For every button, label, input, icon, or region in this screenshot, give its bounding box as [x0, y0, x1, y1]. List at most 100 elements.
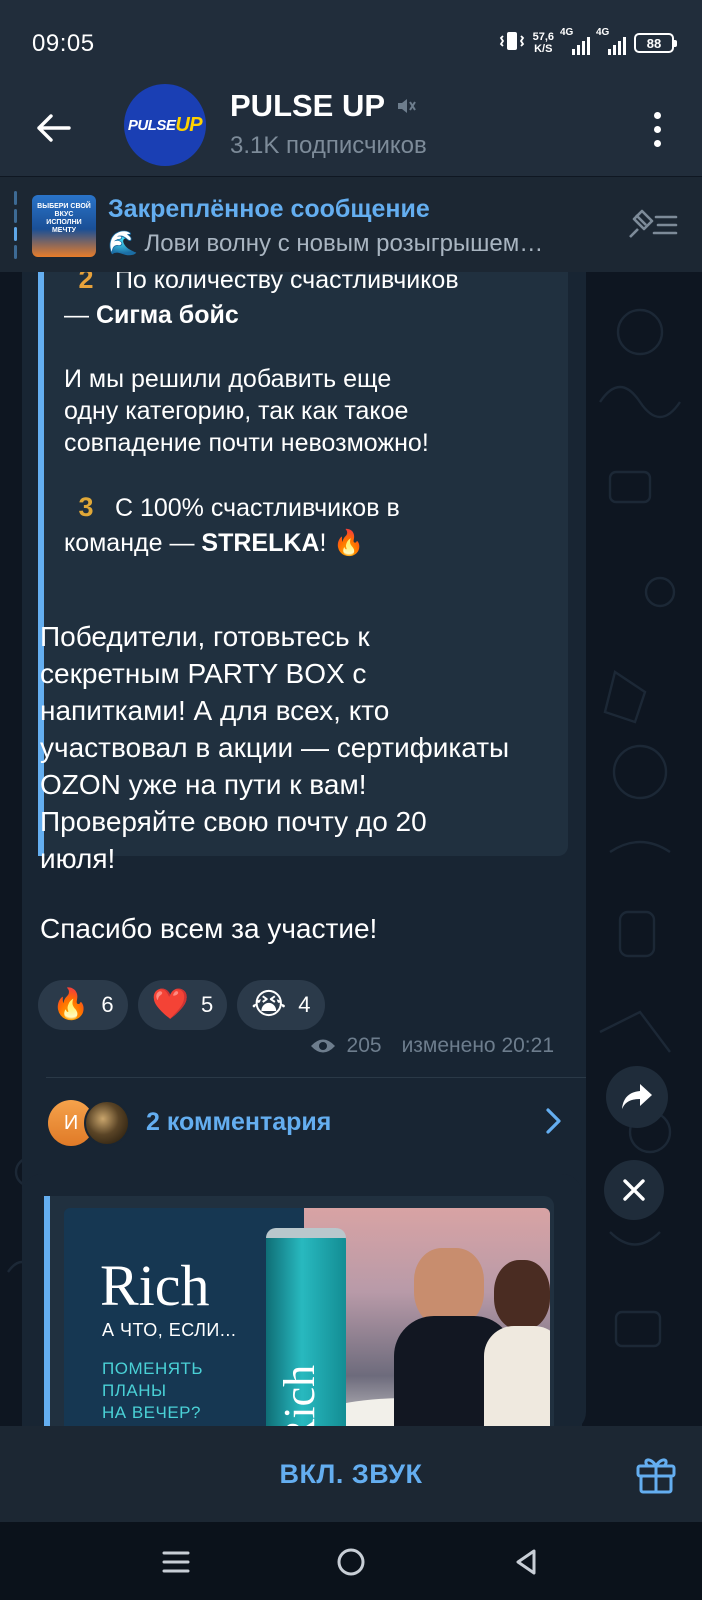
pinned-preview-text: 🌊 Лови волну с новым розыгрышем…: [108, 230, 544, 257]
status-time: 09:05: [32, 30, 95, 57]
ad-subline: ПОМЕНЯТЬ ПЛАНЫ НА ВЕЧЕР?: [102, 1359, 204, 1422]
body-line: напитками! А для всех, кто: [40, 695, 390, 726]
quote-line-6-text: С 100% счастливчиков в: [114, 494, 400, 522]
sponsored-banner-image[interactable]: Rich А ЧТО, ЕСЛИ... ПОМЕНЯТЬ ПЛАНЫ НА ВЕ…: [64, 1208, 550, 1426]
chat-area[interactable]: 2 По количеству счастливчиков — Сигма бо…: [0, 272, 702, 1426]
subscriber-count: 3.1K подписчиков: [230, 132, 427, 159]
back-nav-button[interactable]: [506, 1542, 546, 1582]
channel-title[interactable]: PULSE UP: [230, 88, 417, 124]
quote-line-1-text: По количеству счастливчиков: [114, 272, 459, 294]
dot-icon: [653, 111, 661, 119]
heart-emoji-icon: ❤️: [151, 988, 189, 1021]
ad-person-woman-body: [484, 1326, 550, 1426]
reaction-fire[interactable]: 🔥 6: [38, 980, 128, 1030]
comments-button[interactable]: И 2 комментария: [22, 1078, 586, 1164]
commenter-avatar-photo: [84, 1100, 130, 1146]
quote-line-2: — Сигма бойс: [64, 298, 239, 332]
signal-label-2: 4G: [596, 27, 610, 38]
dot-icon: [653, 125, 661, 133]
edited-time: изменено 20:21: [401, 1034, 554, 1057]
back-button[interactable]: [26, 100, 82, 156]
message-meta: 205 изменено 20:21: [309, 1034, 554, 1058]
message-body: Победители, готовьтесь к секретным PARTY…: [40, 618, 570, 877]
home-circle-icon: [337, 1548, 365, 1576]
body-line: секретным PARTY BOX с: [40, 658, 367, 689]
unmute-button[interactable]: ВКЛ. ЗВУК: [0, 1426, 702, 1522]
body-line: участвовал в акции — сертификаты: [40, 732, 510, 763]
pinned-title: Закреплённое сообщение: [108, 195, 430, 223]
share-button[interactable]: [606, 1066, 668, 1128]
pinned-thumbnail: ВЫБЕРИ СВОЙ ВКУС ИСПОЛНИ МЕЧТУ: [32, 195, 96, 257]
chevron-right-icon: [546, 1108, 561, 1134]
pinned-list-button[interactable]: [624, 205, 680, 245]
quote-line-5: совпадение почти невозможно!: [64, 429, 429, 457]
channel-avatar[interactable]: PULSE UP: [124, 84, 206, 166]
quote-line-3: И мы решили добавить еще: [64, 365, 392, 393]
net-speed: 57,6 K/S: [533, 31, 554, 55]
channel-name: PULSE UP: [230, 88, 386, 123]
ad-brand-logo: Rich: [100, 1253, 210, 1318]
comments-label: 2 комментария: [146, 1108, 332, 1136]
quote-line-2-bold: Сигма бойс: [95, 301, 239, 329]
share-arrow-icon: [622, 1084, 652, 1109]
signal-label-1: 4G: [560, 27, 574, 38]
more-menu-button[interactable]: [642, 104, 672, 154]
triangle-back-icon: [516, 1549, 536, 1575]
ad-person-woman: [494, 1260, 550, 1330]
home-button[interactable]: [331, 1542, 371, 1582]
close-icon: [623, 1179, 645, 1201]
reactions-row: 🔥 6 ❤️ 5 😭 4: [38, 980, 325, 1030]
menu-lines-icon: [162, 1551, 190, 1573]
signal-icon-1: 4G: [560, 27, 590, 55]
reaction-count: 6: [101, 992, 114, 1017]
net-speed-unit: K/S: [534, 43, 553, 55]
gift-icon: [636, 1458, 676, 1494]
body-line: OZON уже на пути к вам!: [40, 769, 367, 800]
pin-list-icon: [629, 209, 678, 238]
muted-icon: [398, 99, 416, 113]
battery-icon: 88: [634, 33, 677, 53]
message-thanks: Спасибо всем за участие!: [40, 913, 378, 944]
dot-icon: [653, 139, 661, 147]
ad-can-text: Rich: [275, 1364, 324, 1426]
reaction-count: 4: [298, 992, 311, 1017]
quote-line-4: одну категорию, так как такое: [64, 397, 409, 425]
quote-line-7-prefix: команде —: [64, 529, 202, 557]
quote-line-2-prefix: —: [64, 301, 96, 329]
net-speed-value: 57,6: [532, 31, 554, 43]
pinned-indicator: [14, 191, 18, 259]
system-nav-bar: [0, 1522, 702, 1600]
fire-emoji-icon: 🔥: [52, 988, 90, 1021]
arrow-left-icon: [37, 114, 71, 142]
quote-line-7: команде — STRELKA! 🔥: [64, 526, 365, 560]
number-3-icon: 3: [78, 492, 94, 522]
chat-header: PULSE UP PULSE UP 3.1K подписчиков: [0, 82, 702, 176]
signal-icon-2: 4G: [596, 27, 626, 55]
gift-button[interactable]: [632, 1450, 680, 1498]
quote-line-7-bold: STRELKA: [201, 529, 320, 557]
number-2-icon: 2: [78, 272, 94, 294]
body-line: Проверяйте свою почту до 20: [40, 806, 427, 837]
ad-drink-can: Rich: [266, 1228, 346, 1426]
reaction-crying[interactable]: 😭 4: [237, 980, 325, 1030]
recents-button[interactable]: [156, 1542, 196, 1582]
pinned-thumb-text: ВЫБЕРИ СВОЙ ВКУС ИСПОЛНИ МЕЧТУ: [37, 203, 91, 234]
body-line: июля!: [40, 843, 116, 874]
pinned-message-bar[interactable]: ВЫБЕРИ СВОЙ ВКУС ИСПОЛНИ МЕЧТУ Закреплён…: [0, 176, 702, 272]
vibrate-icon: [499, 30, 525, 57]
logo-text-up: UP: [175, 113, 203, 136]
reaction-count: 5: [200, 992, 214, 1017]
quote-line-7-suffix: ! 🔥: [319, 529, 365, 557]
status-bar: 09:05 57,6 K/S 4G 4G 88: [0, 0, 702, 82]
ad-tagline: А ЧТО, ЕСЛИ...: [102, 1320, 237, 1340]
eye-icon: [310, 1039, 335, 1053]
quote-line-1: 2 По количеству счастливчиков: [64, 272, 459, 297]
quote-line-6: 3 С 100% счастливчиков в: [64, 490, 400, 525]
reaction-heart[interactable]: ❤️ 5: [137, 980, 228, 1030]
status-icons: 57,6 K/S 4G 4G 88: [499, 27, 677, 58]
close-ad-button[interactable]: [604, 1160, 664, 1220]
bottom-bar: ВКЛ. ЗВУК: [0, 1426, 702, 1522]
crying-emoji-icon: 😭: [251, 988, 287, 1021]
body-line: Победители, готовьтесь к: [40, 621, 370, 652]
logo-text-pulse: PULSE: [127, 116, 176, 134]
